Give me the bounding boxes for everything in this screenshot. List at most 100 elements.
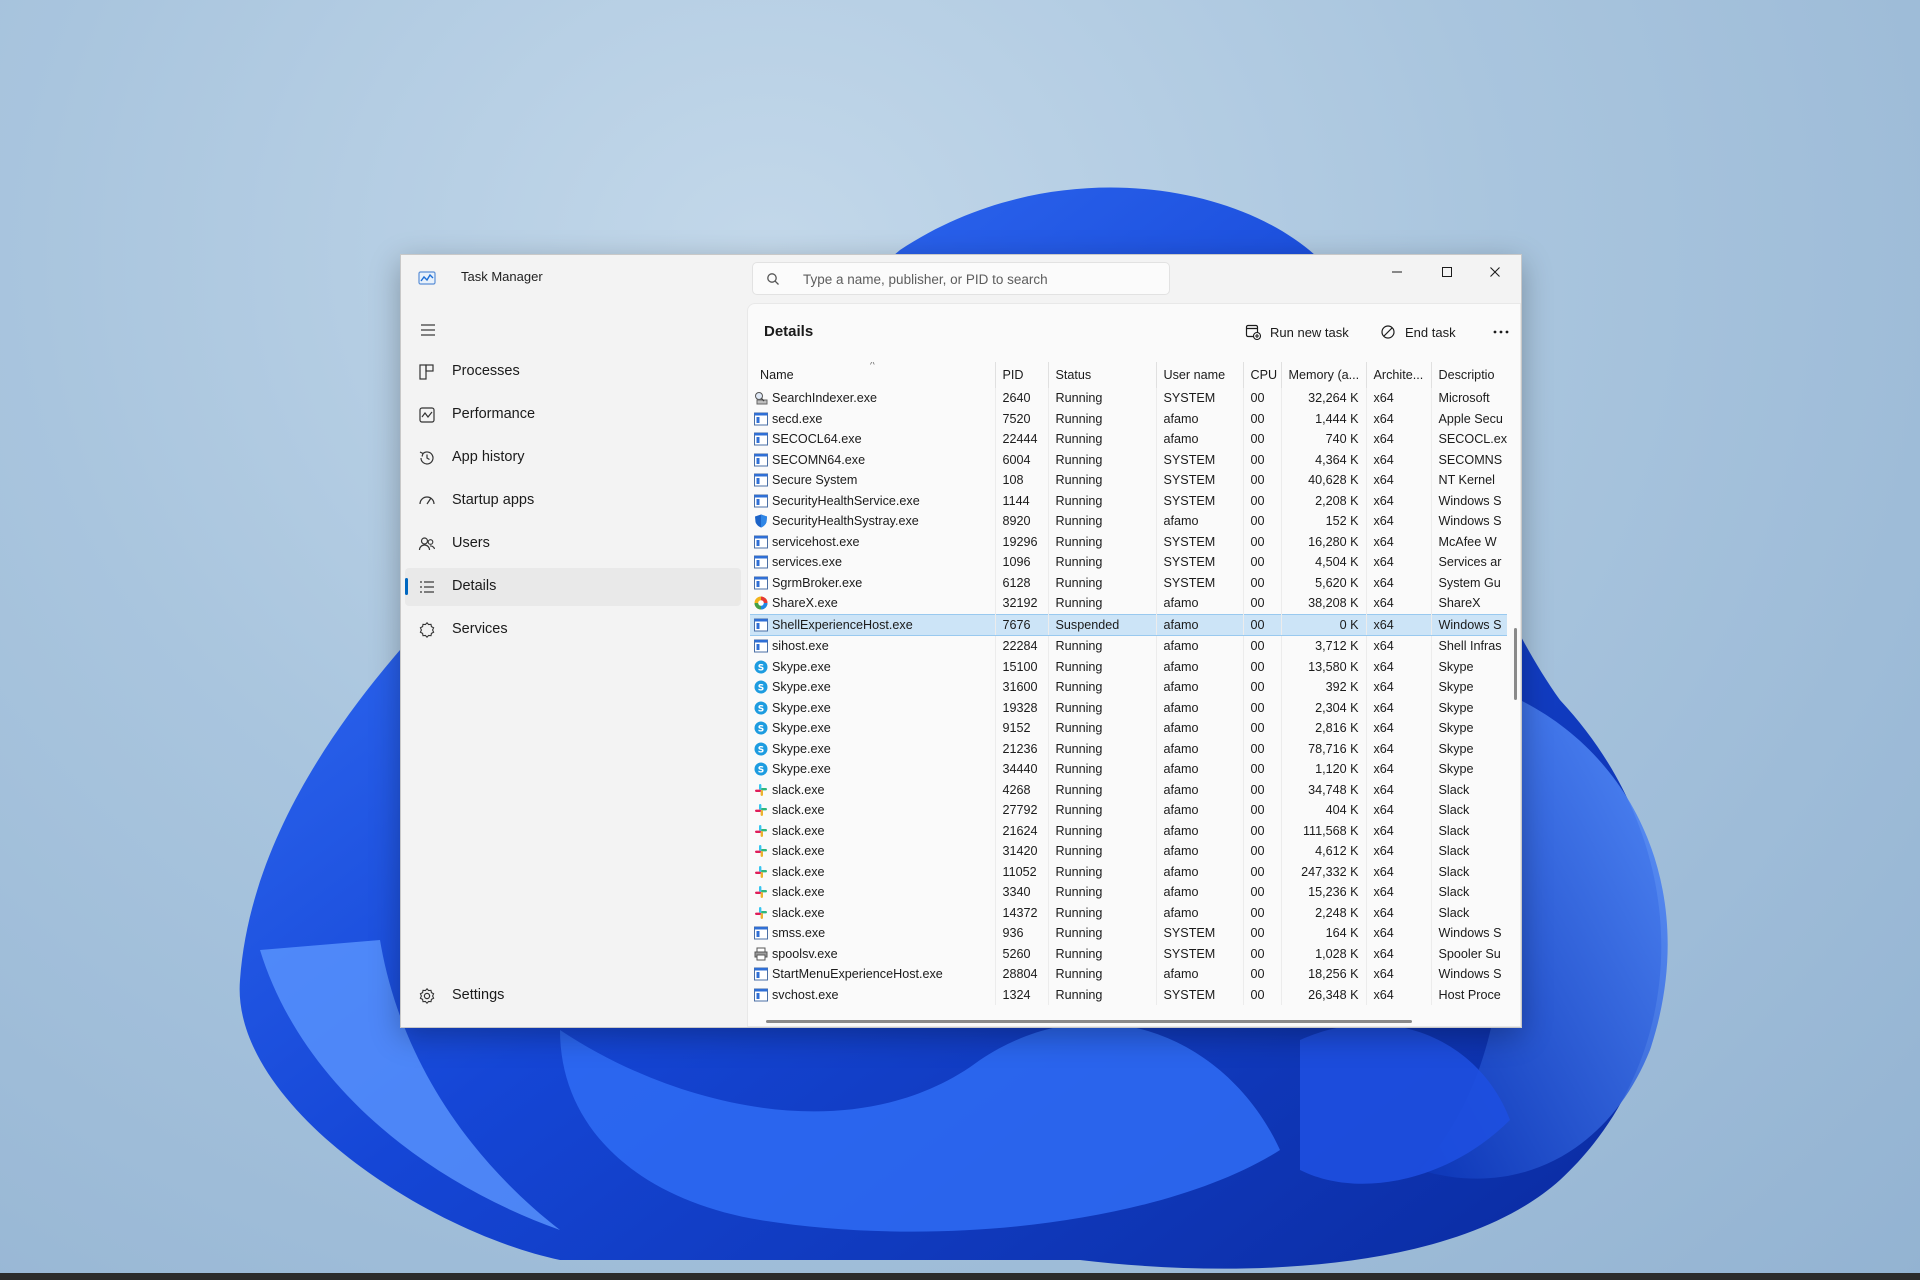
description-cell: Windows S <box>1438 493 1502 508</box>
table-row[interactable]: Secure System 108 Running SYSTEM 00 40,628 Kx… <box>750 470 1507 491</box>
table-row[interactable]: slack.exe 11052 Running afamo 00 247,332 Kx64… <box>750 861 1507 882</box>
description-cell: Slack <box>1438 782 1470 797</box>
table-row[interactable]: S Skype.exe 34440 Running afamo 00 1,120 Kx64 S… <box>750 759 1507 780</box>
table-row[interactable]: ShareX.exe 32192 Running afamo 00 38,208 Kx64… <box>750 593 1507 614</box>
table-row[interactable]: slack.exe 31420 Running afamo 00 4,612 Kx64 Sl… <box>750 841 1507 862</box>
table-row[interactable]: slack.exe 21624 Running afamo 00 111,568 Kx64… <box>750 820 1507 841</box>
table-row[interactable]: S Skype.exe 15100 Running afamo 00 13,580 Kx64… <box>750 656 1507 677</box>
close-button[interactable] <box>1471 255 1519 289</box>
table-row[interactable]: S Skype.exe 9152 Running afamo 00 2,816 Kx64 Sk… <box>750 718 1507 739</box>
pid-cell: 8920 <box>995 511 1049 532</box>
pid-cell: 14372 <box>995 902 1049 923</box>
table-row[interactable]: SearchIndexer.exe 2640 Running SYSTEM 00 32,2… <box>750 388 1507 409</box>
nav-item-details[interactable]: Details <box>405 568 741 606</box>
nav-label-services: Services <box>452 621 508 637</box>
process-name-cell: slack.exe <box>750 902 996 923</box>
nav-item-settings[interactable]: Settings <box>405 977 741 1015</box>
table-row[interactable]: servicehost.exe 19296 Running SYSTEM 00 16,28… <box>750 531 1507 552</box>
process-name-cell: spoolsv.exe <box>750 943 996 964</box>
user-name-cell: afamo <box>1156 841 1244 862</box>
minimize-button[interactable] <box>1373 255 1421 289</box>
column-header-name[interactable]: ^ Name <box>750 362 996 388</box>
process-name-cell: servicehost.exe <box>750 531 996 552</box>
table-row[interactable]: services.exe 1096 Running SYSTEM 00 4,504 Kx6… <box>750 552 1507 573</box>
process-name-cell: SecurityHealthSystray.exe <box>750 511 996 532</box>
window-process-icon <box>754 555 768 569</box>
status-cell: Running <box>1048 841 1157 862</box>
nav-item-processes[interactable]: Processes <box>405 353 741 391</box>
status-cell: Running <box>1048 429 1157 450</box>
process-name: SECOCL64.exe <box>772 432 862 447</box>
process-name: SecurityHealthSystray.exe <box>772 514 919 529</box>
more-options-button[interactable] <box>1486 317 1516 347</box>
table-row[interactable]: spoolsv.exe 5260 Running SYSTEM 00 1,028 Kx64… <box>750 943 1507 964</box>
horizontal-scrollbar[interactable] <box>766 1020 1412 1023</box>
pid-cell: 6128 <box>995 572 1049 593</box>
nav-item-services[interactable]: Services <box>405 611 741 649</box>
column-header-architecture[interactable]: Archite... <box>1366 362 1432 388</box>
process-name: services.exe <box>772 555 842 570</box>
column-header-cpu[interactable]: CPU <box>1243 362 1282 388</box>
cpu-cell: 00 <box>1243 923 1282 944</box>
memory-cell: 4,612 K <box>1281 841 1367 862</box>
column-header-description[interactable]: Descriptio <box>1431 362 1507 388</box>
status-cell: Running <box>1048 388 1157 409</box>
end-task-button[interactable]: End task <box>1380 317 1456 347</box>
column-header-status[interactable]: Status <box>1048 362 1157 388</box>
table-row[interactable]: ShellExperienceHost.exe 7676 Suspended afam… <box>750 613 1508 636</box>
column-header-pid[interactable]: PID <box>995 362 1049 388</box>
user-name-cell: SYSTEM <box>1156 943 1244 964</box>
table-row[interactable]: S Skype.exe 31600 Running afamo 00 392 Kx64 Sky… <box>750 677 1507 698</box>
status-cell: Running <box>1048 656 1157 677</box>
table-row[interactable]: SecurityHealthService.exe 1144 Running SYST… <box>750 490 1507 511</box>
process-name-cell: StartMenuExperienceHost.exe <box>750 964 996 985</box>
window-process-icon <box>754 618 768 632</box>
pid-cell: 21624 <box>995 820 1049 841</box>
description-cell: Spooler Su <box>1438 946 1501 961</box>
user-name-cell: afamo <box>1156 718 1244 739</box>
performance-icon <box>419 407 435 423</box>
memory-cell: 1,444 K <box>1281 408 1367 429</box>
table-row[interactable]: S Skype.exe 21236 Running afamo 00 78,716 Kx64… <box>750 738 1507 759</box>
table-row[interactable]: slack.exe 4268 Running afamo 00 34,748 Kx64 Sl… <box>750 779 1507 800</box>
pid-cell: 31420 <box>995 841 1049 862</box>
table-row[interactable]: svchost.exe 1324 Running SYSTEM 00 26,348 Kx6… <box>750 984 1507 1005</box>
architecture-cell: x64 <box>1366 656 1432 677</box>
architecture-cell: x64 <box>1366 779 1432 800</box>
task-manager-window: Task Manager Type a name, publisher, or … <box>400 254 1522 1028</box>
table-row[interactable]: sihost.exe 22284 Running afamo 00 3,712 Kx64 S… <box>750 635 1507 657</box>
memory-cell: 2,816 K <box>1281 718 1367 739</box>
table-row[interactable]: slack.exe 14372 Running afamo 00 2,248 Kx64 Sl… <box>750 902 1507 923</box>
table-row[interactable]: SgrmBroker.exe 6128 Running SYSTEM 00 5,620 K… <box>750 572 1507 593</box>
user-name-cell: SYSTEM <box>1156 531 1244 552</box>
skype-process-icon: S <box>754 701 768 715</box>
table-row[interactable]: SECOMN64.exe 6004 Running SYSTEM 00 4,364 Kx6… <box>750 449 1507 470</box>
table-row[interactable]: SecurityHealthSystray.exe 8920 Running afam… <box>750 511 1507 532</box>
nav-item-app-history[interactable]: App history <box>405 439 741 477</box>
table-row[interactable]: slack.exe 3340 Running afamo 00 15,236 Kx64 Sl… <box>750 882 1507 903</box>
table-row[interactable]: S Skype.exe 19328 Running afamo 00 2,304 Kx64 S… <box>750 697 1507 718</box>
nav-item-startup-apps[interactable]: Startup apps <box>405 482 741 520</box>
search-box[interactable]: Type a name, publisher, or PID to search <box>752 262 1170 295</box>
search-input[interactable]: Type a name, publisher, or PID to search <box>803 272 1048 287</box>
table-row[interactable]: slack.exe 27792 Running afamo 00 404 Kx64 Slac… <box>750 800 1507 821</box>
run-new-task-button[interactable]: Run new task <box>1245 317 1349 347</box>
table-row[interactable]: StartMenuExperienceHost.exe 28804 Running a… <box>750 964 1507 985</box>
startup-apps-icon <box>419 496 435 505</box>
nav-item-performance[interactable]: Performance <box>405 396 741 434</box>
table-row[interactable]: SECOCL64.exe 22444 Running afamo 00 740 Kx64 S… <box>750 429 1507 450</box>
details-panel: Details Run new task End task ^ Name PID … <box>747 303 1521 1027</box>
cpu-cell: 00 <box>1243 800 1282 821</box>
vertical-scrollbar[interactable] <box>1514 628 1517 700</box>
architecture-cell: x64 <box>1366 984 1432 1005</box>
table-row[interactable]: secd.exe 7520 Running afamo 00 1,444 Kx64 Appl… <box>750 408 1507 429</box>
column-header-user-name[interactable]: User name <box>1156 362 1244 388</box>
column-header-memory[interactable]: Memory (a... <box>1281 362 1367 388</box>
status-cell: Running <box>1048 923 1157 944</box>
maximize-button[interactable] <box>1423 255 1471 289</box>
cpu-cell: 00 <box>1243 820 1282 841</box>
table-row[interactable]: smss.exe 936 Running SYSTEM 00 164 Kx64 Window… <box>750 923 1507 944</box>
menu-toggle-button[interactable] <box>413 317 443 343</box>
nav-item-users[interactable]: Users <box>405 525 741 563</box>
pid-cell: 22284 <box>995 635 1049 657</box>
